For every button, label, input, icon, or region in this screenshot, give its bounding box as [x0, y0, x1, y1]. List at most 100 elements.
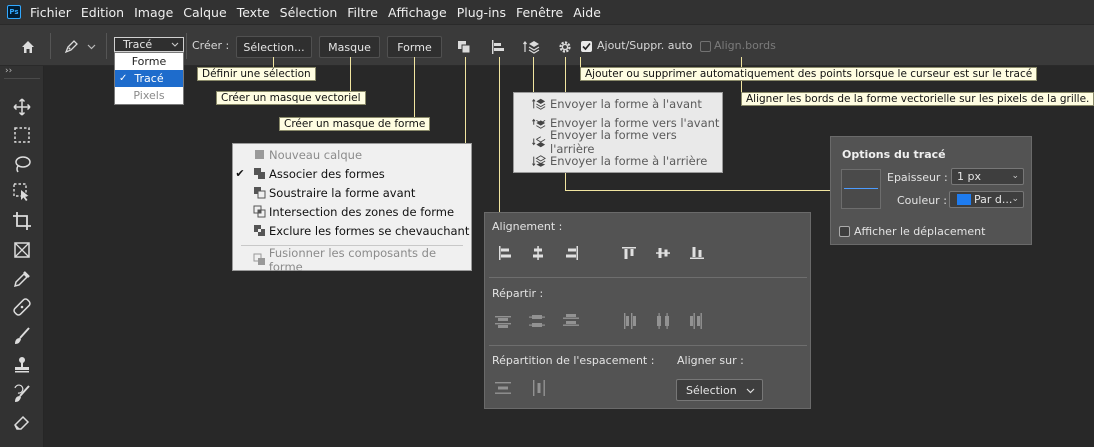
move-tool-icon[interactable]	[9, 94, 35, 120]
make-shape-button[interactable]: Forme	[387, 36, 442, 58]
align-right-edges-icon[interactable]	[562, 243, 582, 263]
distribute-right-icon[interactable]	[687, 311, 707, 331]
path-op-combine-shapes[interactable]: ✔ Associer des formes	[233, 164, 471, 183]
chevron-down-icon	[746, 388, 755, 394]
path-operations-menu: Nouveau calque ✔ Associer des formes Sou…	[232, 143, 472, 274]
marquee-tool-icon[interactable]	[9, 122, 35, 148]
color-swatch	[957, 194, 971, 205]
align-vertical-centers-icon[interactable]	[653, 243, 673, 263]
distribute-bottom-icon[interactable]	[561, 311, 581, 331]
path-alignment-icon[interactable]	[487, 36, 509, 58]
checkmark-icon: ✔	[235, 167, 245, 180]
path-arrangement-icon[interactable]	[521, 36, 543, 58]
tooltip-align-edges: Aligner les bords de la forme vectoriell…	[741, 92, 1094, 106]
send-backward-icon	[532, 135, 546, 149]
eyedropper-tool-icon[interactable]	[9, 266, 35, 292]
color-select[interactable]: Par d... ⌄	[949, 191, 1024, 208]
lasso-tool-icon[interactable]	[9, 151, 35, 177]
chevron-down-icon	[171, 42, 179, 47]
thickness-select[interactable]: 1 px ⌄	[951, 168, 1024, 185]
brush-tool-icon[interactable]	[9, 323, 35, 349]
arrange-item-label: Envoyer la forme à l'avant	[550, 96, 702, 111]
distribute-top-icon[interactable]	[493, 311, 513, 331]
path-op-intersect-shapes[interactable]: Intersection des zones de forme	[233, 202, 471, 221]
menu-image[interactable]: Image	[134, 5, 173, 20]
distribute-vertical-centers-icon[interactable]	[527, 311, 547, 331]
checkmark-icon: ✓	[119, 73, 128, 84]
distribute-label: Répartir :	[492, 287, 544, 300]
align-edges-checkbox[interactable]	[700, 41, 711, 52]
path-operations-icon[interactable]	[453, 36, 475, 58]
mode-option-trace[interactable]: ✓ Tracé	[115, 70, 183, 87]
path-alignment-panel: Alignement : Répartir : Répartition de l…	[484, 212, 811, 409]
new-layer-icon	[253, 148, 266, 161]
mode-option-label: Forme	[131, 55, 167, 68]
pen-tool-preset-icon[interactable]	[60, 36, 82, 58]
menu-selection[interactable]: Sélection	[280, 5, 338, 20]
chevron-down-icon: ⌄	[1011, 194, 1019, 204]
arrange-bring-to-front[interactable]: Envoyer la forme à l'avant	[514, 94, 722, 113]
auto-add-delete-checkbox[interactable]	[581, 41, 592, 52]
menu-texte[interactable]: Texte	[237, 5, 270, 20]
eraser-tool-icon[interactable]	[9, 409, 35, 435]
menu-edition[interactable]: Edition	[81, 5, 124, 20]
menu-plugins[interactable]: Plug-ins	[457, 5, 506, 20]
healing-brush-tool-icon[interactable]	[9, 294, 35, 320]
clone-stamp-tool-icon[interactable]	[9, 352, 35, 378]
mode-option-forme[interactable]: Forme	[115, 53, 183, 70]
align-edges-label: Align.bords	[714, 39, 776, 52]
crop-tool-icon[interactable]	[9, 208, 35, 234]
show-move-checkbox[interactable]	[839, 226, 850, 237]
make-selection-button[interactable]: Sélection...	[236, 36, 312, 58]
tool-mode-dropdown-list: Forme ✓ Tracé Pixels	[114, 52, 184, 105]
collapse-arrows-icon[interactable]: ››	[5, 66, 12, 76]
spacing-distribution-label: Répartition de l'espacement :	[492, 354, 655, 367]
distribute-horizontal-spacing-icon[interactable]	[529, 378, 549, 398]
path-op-merge-components[interactable]: Fusionner les composants de forme	[233, 246, 471, 274]
history-brush-tool-icon[interactable]	[9, 381, 35, 407]
path-op-label: Associer des formes	[269, 166, 385, 181]
menu-fichier[interactable]: Fichier	[30, 5, 71, 20]
chevron-down-icon[interactable]	[84, 36, 98, 58]
path-options-panel: Options du tracé Epaisseur : 1 px ⌄ Coul…	[830, 136, 1032, 245]
arrange-send-to-back[interactable]: Envoyer la forme à l'arrière	[514, 151, 722, 170]
tooltip-vector-mask: Créer un masque vectoriel	[216, 91, 366, 105]
home-icon[interactable]	[17, 36, 39, 58]
distribute-vertical-spacing-icon[interactable]	[493, 378, 513, 398]
tooltip-shape-mask: Créer un masque de forme	[279, 117, 431, 131]
align-top-edges-icon[interactable]	[619, 243, 639, 263]
tool-mode-select[interactable]: Tracé	[114, 37, 184, 52]
menu-filtre[interactable]: Filtre	[347, 5, 378, 20]
path-op-label: Intersection des zones de forme	[269, 204, 455, 219]
tooltip-define-selection: Définir une sélection	[197, 67, 316, 81]
color-value: Par d...	[974, 193, 1013, 206]
exclude-shapes-icon	[253, 224, 266, 237]
merge-components-icon	[253, 253, 266, 266]
chevron-down-icon: ⌄	[1011, 171, 1019, 181]
path-op-exclude-overlapping[interactable]: Exclure les formes se chevauchant	[233, 221, 471, 240]
align-to-select[interactable]: Sélection	[676, 379, 763, 401]
align-left-edges-icon[interactable]	[495, 243, 515, 263]
distribute-left-icon[interactable]	[619, 311, 639, 331]
distribute-horizontal-centers-icon[interactable]	[653, 311, 673, 331]
tooltip-auto-add-delete: Ajouter ou supprimer automatiquement des…	[580, 67, 1038, 81]
photoshop-logo: Ps	[7, 5, 21, 19]
path-op-label: Fusionner les composants de forme	[268, 245, 437, 274]
align-horizontal-centers-icon[interactable]	[528, 243, 548, 263]
make-mask-button[interactable]: Masque	[319, 36, 380, 58]
arrange-send-backward[interactable]: Envoyer la forme vers l'arrière	[514, 128, 722, 156]
mode-option-pixels[interactable]: Pixels	[115, 87, 183, 104]
gear-icon[interactable]	[554, 36, 576, 58]
menu-aide[interactable]: Aide	[573, 5, 601, 20]
path-op-subtract-front-shape[interactable]: Soustraire la forme avant	[233, 183, 471, 202]
frame-tool-icon[interactable]	[9, 237, 35, 263]
align-bottom-edges-icon[interactable]	[687, 243, 707, 263]
menu-fenetre[interactable]: Fenêtre	[516, 5, 563, 20]
alignment-label: Alignement :	[492, 220, 563, 233]
subtract-shape-icon	[253, 186, 266, 199]
path-op-new-layer[interactable]: Nouveau calque	[233, 145, 471, 164]
object-selection-tool-icon[interactable]	[9, 179, 35, 205]
menu-bar: Ps Fichier Edition Image Calque Texte Sé…	[0, 0, 1094, 24]
menu-affichage[interactable]: Affichage	[388, 5, 447, 20]
menu-calque[interactable]: Calque	[183, 5, 226, 20]
